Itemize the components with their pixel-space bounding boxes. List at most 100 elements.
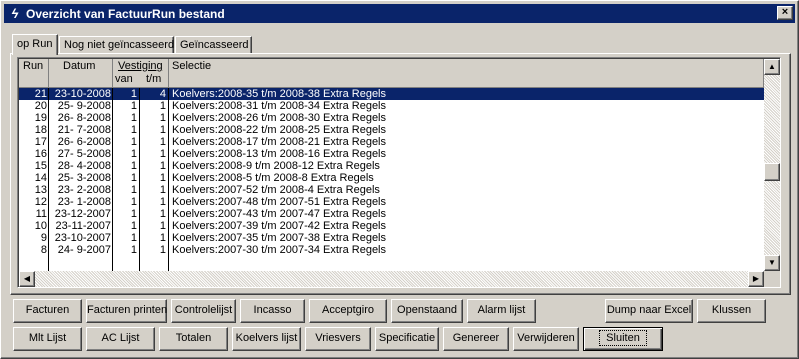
- acceptgiro-button-label: Acceptgiro: [322, 304, 374, 316]
- cell-van: 1: [130, 160, 137, 172]
- alarm-lijst-button[interactable]: Alarm lijst: [467, 299, 536, 323]
- cell-run: 10: [34, 220, 47, 232]
- cell-selectie: Koelvers:2008-22 t/m 2008-25 Extra Regel…: [172, 124, 387, 136]
- cell-tm: 4: [159, 88, 166, 100]
- table-row[interactable]: 8 24- 9-2007 1 1 Koelvers:2007-30 t/m 2007-3…: [19, 244, 764, 256]
- specificatie-button[interactable]: Specificatie: [375, 327, 439, 351]
- table-row[interactable]: 20 25- 9-2008 1 1 Koelvers:2008-31 t/m 2008-…: [19, 100, 764, 112]
- facturen-button-label: Facturen: [25, 304, 70, 316]
- cell-datum: 21- 7-2008: [57, 124, 111, 136]
- vriesvers-button[interactable]: Vriesvers: [305, 327, 371, 351]
- controlelijst-button[interactable]: Controlelijst: [171, 299, 236, 323]
- ac-lijst-button-label: AC Lijst: [101, 332, 140, 344]
- table-row[interactable]: 11 23-12-2007 1 1 Koelvers:2007-43 t/m 2007-…: [19, 208, 764, 220]
- facturen-printen-button[interactable]: Facturen printen: [86, 299, 167, 323]
- tab-nog-niet-geincasseerd[interactable]: Nog niet geïncasseerd: [59, 36, 174, 54]
- cell-van: 1: [130, 220, 137, 232]
- facturen-printen-button-label: Facturen printen: [87, 304, 168, 316]
- cell-datum: 23- 2-2008: [57, 184, 111, 196]
- cell-tm: 1: [159, 148, 166, 160]
- cell-selectie: Koelvers:2008-35 t/m 2008-38 Extra Regel…: [172, 88, 387, 100]
- ac-lijst-button[interactable]: AC Lijst: [86, 327, 155, 351]
- table-row[interactable]: 14 25- 3-2008 1 1 Koelvers:2008-5 t/m 2008-8…: [19, 172, 764, 184]
- acceptgiro-button[interactable]: Acceptgiro: [309, 299, 387, 323]
- controlelijst-button-label: Controlelijst: [174, 304, 233, 316]
- cell-datum: 23-11-2007: [55, 220, 111, 232]
- header-tm-label: t/m: [146, 73, 162, 85]
- cell-selectie: Koelvers:2007-43 t/m 2007-47 Extra Regel…: [172, 208, 387, 220]
- run-table[interactable]: Run Datum Vestiging van t/m Selectie 21 2…: [17, 57, 781, 288]
- cell-tm: 1: [159, 244, 166, 256]
- cell-datum: 25- 9-2008: [57, 100, 111, 112]
- table-row[interactable]: 19 26- 8-2008 1 1 Koelvers:2008-26 t/m 2008-…: [19, 112, 764, 124]
- cell-run: 21: [34, 88, 47, 100]
- cell-van: 1: [130, 196, 137, 208]
- table-row[interactable]: 18 21- 7-2008 1 1 Koelvers:2008-22 t/m 2008-…: [19, 124, 764, 136]
- scroll-right-button[interactable]: ▶: [748, 271, 764, 287]
- cell-selectie: Koelvers:2007-39 t/m 2007-42 Extra Regel…: [172, 220, 387, 232]
- cell-tm: 1: [159, 100, 166, 112]
- close-button[interactable]: ×: [777, 6, 793, 20]
- table-row[interactable]: 10 23-11-2007 1 1 Koelvers:2007-39 t/m 2007-…: [19, 220, 764, 232]
- scroll-down-button[interactable]: ▼: [764, 255, 780, 271]
- cell-datum: 28- 4-2008: [57, 160, 111, 172]
- incasso-button-label: Incasso: [253, 304, 292, 316]
- cell-run: 8: [40, 244, 47, 256]
- vertical-scroll-thumb[interactable]: [764, 163, 780, 181]
- dump-naar-excel-button[interactable]: Dump naar Excel: [605, 299, 693, 323]
- cell-datum: 27- 5-2008: [57, 148, 111, 160]
- tab-geincasseerd[interactable]: Geïncasseerd: [175, 36, 252, 54]
- cell-tm: 1: [159, 184, 166, 196]
- scroll-left-button[interactable]: ◀: [19, 271, 35, 287]
- verwijderen-button-label: Verwijderen: [517, 332, 575, 344]
- mlt-lijst-button-label: Mlt Lijst: [28, 332, 67, 344]
- table-row[interactable]: 17 26- 6-2008 1 1 Koelvers:2008-17 t/m 2008-…: [19, 136, 764, 148]
- specificatie-button-label: Specificatie: [378, 332, 436, 344]
- table-row[interactable]: 13 23- 2-2008 1 1 Koelvers:2007-52 t/m 2008-…: [19, 184, 764, 196]
- vertical-scrollbar[interactable]: ▲ ▼: [764, 59, 780, 271]
- scroll-corner: [764, 271, 780, 287]
- scroll-up-button[interactable]: ▲: [764, 59, 780, 75]
- koelvers-lijst-button-label: Koelvers lijst: [235, 332, 298, 344]
- table-row[interactable]: 12 23- 1-2008 1 1 Koelvers:2007-48 t/m 2007-…: [19, 196, 764, 208]
- table-row[interactable]: 15 28- 4-2008 1 1 Koelvers:2008-9 t/m 2008-1…: [19, 160, 764, 172]
- header-run[interactable]: Run: [19, 59, 49, 88]
- openstaand-button[interactable]: Openstaand: [391, 299, 463, 323]
- column-divider: [139, 88, 140, 287]
- facturen-button[interactable]: Facturen: [13, 299, 82, 323]
- cell-datum: 26- 8-2008: [57, 112, 111, 124]
- table-row[interactable]: 16 27- 5-2008 1 1 Koelvers:2008-13 t/m 2008-…: [19, 148, 764, 160]
- sluiten-button[interactable]: Sluiten: [583, 327, 663, 351]
- cell-van: 1: [130, 100, 137, 112]
- header-selectie-label: Selectie: [172, 60, 212, 72]
- header-vestiging[interactable]: Vestiging van t/m: [113, 59, 169, 88]
- table-row[interactable]: 9 23-10-2007 1 1 Koelvers:2007-35 t/m 2007-3…: [19, 232, 764, 244]
- incasso-button[interactable]: Incasso: [240, 299, 305, 323]
- header-datum[interactable]: Datum: [49, 59, 113, 88]
- koelvers-lijst-button[interactable]: Koelvers lijst: [232, 327, 301, 351]
- cell-tm: 1: [159, 112, 166, 124]
- cell-selectie: Koelvers:2008-26 t/m 2008-30 Extra Regel…: [172, 112, 387, 124]
- lightning-icon: ϟ: [11, 6, 19, 21]
- cell-van: 1: [130, 232, 137, 244]
- horizontal-scrollbar[interactable]: ◀ ▶: [19, 271, 764, 287]
- header-van-label: van: [115, 73, 133, 85]
- totalen-button-label: Totalen: [175, 332, 212, 344]
- cell-datum: 26- 6-2008: [57, 136, 111, 148]
- cell-van: 1: [130, 184, 137, 196]
- header-datum-label: Datum: [63, 60, 96, 72]
- mlt-lijst-button[interactable]: Mlt Lijst: [13, 327, 82, 351]
- totalen-button[interactable]: Totalen: [159, 327, 228, 351]
- klussen-button[interactable]: Klussen: [697, 299, 766, 323]
- header-selectie[interactable]: Selectie: [169, 59, 764, 88]
- vriesvers-button-label: Vriesvers: [315, 332, 361, 344]
- genereer-button[interactable]: Genereer: [443, 327, 509, 351]
- cell-datum: 25- 3-2008: [57, 172, 111, 184]
- tab-op-run[interactable]: op Run: [12, 34, 58, 55]
- title-bar[interactable]: ϟ Overzicht van FactuurRun bestand ×: [4, 4, 795, 23]
- verwijderen-button[interactable]: Verwijderen: [513, 327, 579, 351]
- cell-van: 1: [130, 148, 137, 160]
- cell-tm: 1: [159, 232, 166, 244]
- cell-run: 9: [40, 232, 47, 244]
- table-row[interactable]: 21 23-10-2008 1 4 Koelvers:2008-35 t/m 2008-…: [19, 88, 764, 100]
